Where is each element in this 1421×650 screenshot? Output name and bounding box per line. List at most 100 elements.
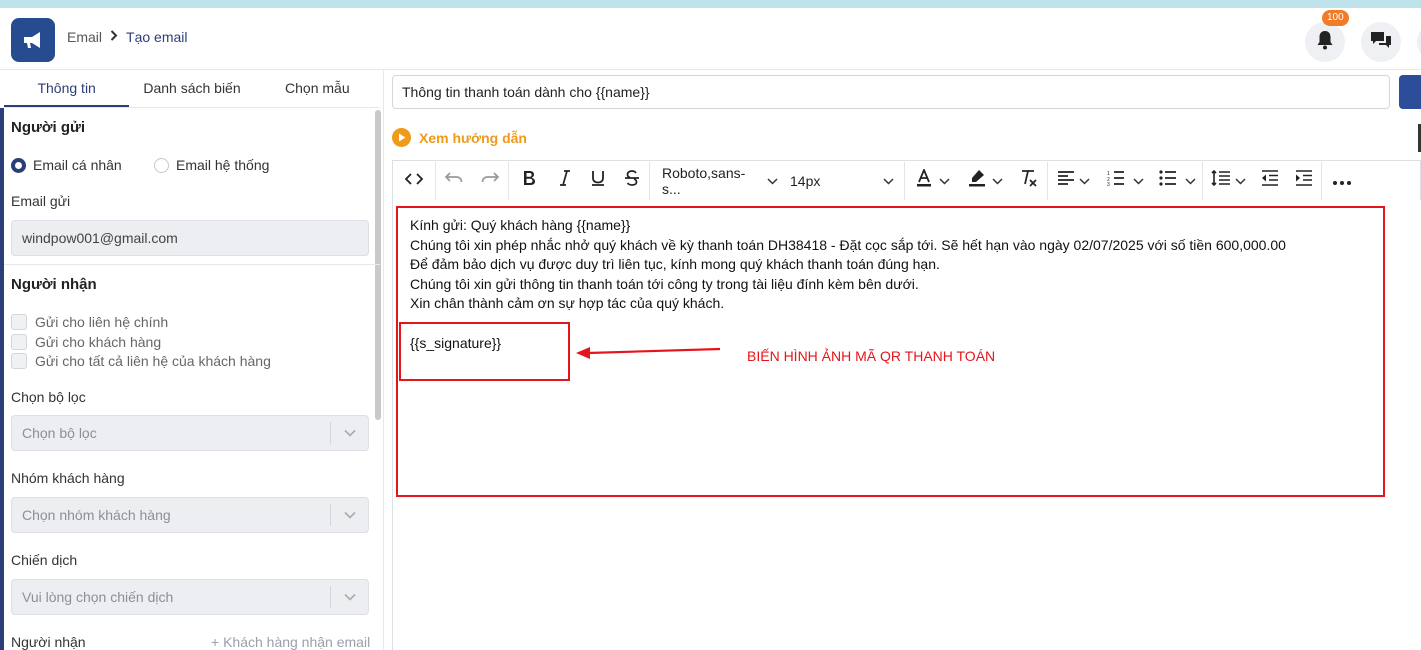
indent-icon	[1295, 170, 1313, 191]
campaign-select[interactable]: Vui lòng chọn chiến dịch	[11, 579, 369, 615]
strikethrough-button[interactable]	[615, 162, 649, 200]
section-divider	[4, 264, 380, 265]
chevron-down-icon	[938, 172, 950, 190]
font-size-value: 14px	[790, 172, 821, 189]
clear-format-icon	[1020, 169, 1038, 192]
tab-danh-sach-bien[interactable]: Danh sách biến	[129, 70, 254, 107]
editor-toolbar: Roboto,sans-s... 14px 123	[392, 160, 1421, 200]
strikethrough-icon	[624, 170, 640, 191]
indent-button[interactable]	[1287, 162, 1321, 200]
align-button[interactable]	[1048, 162, 1098, 200]
numbered-list-button[interactable]: 123	[1098, 162, 1152, 200]
text-color-icon	[915, 167, 933, 192]
svg-text:3: 3	[1107, 182, 1110, 186]
chevron-down-icon	[883, 172, 894, 190]
chevron-right-icon	[110, 30, 118, 44]
italic-button[interactable]	[549, 162, 581, 200]
add-recipient-link[interactable]: + Khách hàng nhận email	[211, 634, 370, 650]
breadcrumb-email[interactable]: Email	[67, 29, 102, 45]
chevron-down-icon	[767, 172, 778, 190]
customer-group-label: Nhóm khách hàng	[11, 470, 125, 486]
checkbox-icon	[11, 334, 27, 350]
highlighter-icon	[968, 169, 986, 192]
checkbox-all-contacts[interactable]: Gửi cho tất cả liên hệ của khách hàng	[11, 353, 271, 369]
undo-icon	[444, 171, 463, 190]
user-menu-button[interactable]	[1417, 22, 1421, 62]
checkbox-main-contact[interactable]: Gửi cho liên hệ chính	[11, 314, 168, 330]
active-section-indicator	[0, 108, 4, 650]
radio-system-label: Email hệ thống	[176, 157, 270, 173]
chevron-down-icon	[1184, 172, 1196, 190]
checkbox-customer[interactable]: Gửi cho khách hàng	[11, 334, 161, 350]
line-height-button[interactable]	[1203, 162, 1253, 200]
send-button[interactable]	[1399, 75, 1421, 109]
sender-email-label: Email gửi	[11, 193, 71, 209]
campaign-placeholder: Vui lòng chọn chiến dịch	[22, 589, 174, 605]
bullet-list-icon	[1158, 170, 1177, 191]
chat-button[interactable]	[1361, 22, 1401, 62]
font-size-select[interactable]: 14px	[778, 162, 904, 200]
radio-personal-label: Email cá nhân	[33, 157, 122, 173]
annotation-label: BIẾN HÌNH ẢNH MÃ QR THANH TOÁN	[747, 348, 996, 364]
redo-icon	[481, 171, 500, 190]
panel-scrollbar[interactable]	[375, 110, 381, 420]
notification-badge: 100	[1322, 10, 1349, 26]
chevron-down-icon	[1234, 172, 1246, 190]
guide-link[interactable]: Xem hướng dẫn	[392, 128, 527, 147]
customer-group-placeholder: Chọn nhóm khách hàng	[22, 507, 171, 523]
outdent-button[interactable]	[1253, 162, 1287, 200]
font-family-value: Roboto,sans-s...	[662, 164, 746, 197]
chevron-down-icon	[330, 586, 368, 608]
checkbox-customer-label: Gửi cho khách hàng	[35, 334, 162, 350]
guide-link-label: Xem hướng dẫn	[419, 129, 527, 146]
recipient-section-title: Người nhận	[11, 276, 97, 293]
chevron-down-icon	[330, 504, 368, 526]
outdent-icon	[1261, 170, 1279, 191]
radio-personal-email[interactable]: Email cá nhân	[11, 157, 122, 173]
line-height-icon	[1210, 169, 1231, 191]
font-family-select[interactable]: Roboto,sans-s...	[650, 162, 778, 200]
more-options-button[interactable]	[1322, 162, 1362, 200]
align-left-icon	[1057, 171, 1075, 190]
underline-button[interactable]	[581, 162, 615, 200]
chat-icon	[1370, 31, 1392, 54]
numbered-list-icon: 123	[1107, 170, 1125, 191]
megaphone-logo-icon[interactable]	[11, 18, 55, 62]
subject-input[interactable]: Thông tin thanh toán dành cho {{name}}	[392, 75, 1390, 109]
breadcrumb-current: Tạo email	[126, 29, 188, 45]
clear-formatting-button[interactable]	[1011, 162, 1047, 200]
more-horizontal-icon	[1333, 172, 1351, 190]
top-strip	[0, 0, 1421, 8]
filter-label: Chọn bộ lọc	[11, 389, 86, 405]
filter-select-placeholder: Chọn bộ lọc	[22, 425, 97, 441]
source-code-button[interactable]	[393, 162, 435, 200]
redo-button[interactable]	[472, 162, 508, 200]
code-icon	[404, 172, 424, 190]
checkbox-all-contacts-label: Gửi cho tất cả liên hệ của khách hàng	[35, 353, 271, 369]
annotation-signature-box	[399, 322, 570, 381]
email-settings-panel: Thông tin Danh sách biến Chọn mẫu Người …	[0, 70, 384, 650]
italic-icon	[559, 170, 571, 191]
notification-button[interactable]	[1305, 22, 1345, 62]
tab-thong-tin[interactable]: Thông tin	[4, 70, 130, 107]
customer-group-select[interactable]: Chọn nhóm khách hàng	[11, 497, 369, 533]
app-header: Email Tạo email	[0, 8, 1421, 70]
bullet-list-button[interactable]	[1152, 162, 1202, 200]
filter-select[interactable]: Chọn bộ lọc	[11, 415, 369, 451]
tab-chon-mau[interactable]: Chọn mẫu	[255, 70, 380, 107]
settings-tabs: Thông tin Danh sách biến Chọn mẫu	[4, 70, 380, 108]
text-color-button[interactable]	[905, 162, 959, 200]
recipients-label: Người nhận	[11, 634, 86, 650]
annotation-arrow-icon	[576, 347, 721, 359]
sender-email-field[interactable]: windpow001@gmail.com	[11, 220, 369, 256]
highlight-color-button[interactable]	[959, 162, 1011, 200]
bold-button[interactable]	[509, 162, 549, 200]
undo-button[interactable]	[436, 162, 472, 200]
checkbox-icon	[11, 353, 27, 369]
play-icon	[392, 128, 411, 147]
radio-unchecked-icon	[154, 157, 169, 173]
campaign-label: Chiến dịch	[11, 552, 78, 568]
checkbox-main-contact-label: Gửi cho liên hệ chính	[35, 314, 169, 330]
radio-system-email[interactable]: Email hệ thống	[154, 157, 269, 173]
chevron-down-icon	[1078, 172, 1090, 190]
